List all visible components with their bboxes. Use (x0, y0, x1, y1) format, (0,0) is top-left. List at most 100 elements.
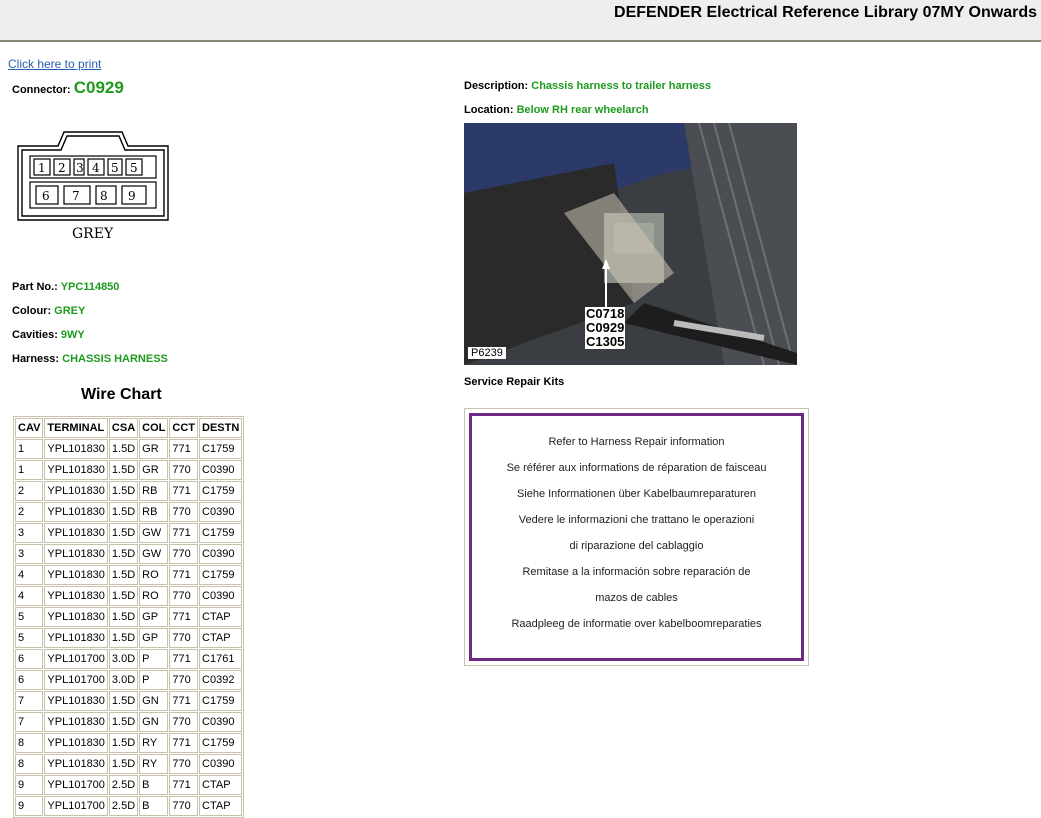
table-cell: RO (139, 565, 169, 585)
part-no-row: Part No.: YPC114850 (12, 281, 119, 293)
table-cell: YPL101830 (44, 502, 108, 522)
location-value: Below RH rear wheelarch (516, 104, 649, 116)
table-cell: 1.5D (108, 586, 139, 606)
table-cell: YPL101830 (44, 733, 108, 753)
table-cell: B (139, 796, 169, 816)
table-row: 6 YPL101700 3.0D P 770 C0392 (15, 670, 243, 690)
table-cell: 9 (15, 796, 44, 816)
table-cell: C0390 (199, 754, 243, 774)
table-cell: P (139, 670, 169, 690)
svg-text:2: 2 (58, 161, 66, 175)
photo-callout: C0718 (586, 306, 625, 321)
description-label: Description: (464, 80, 529, 92)
table-cell: YPL101700 (44, 775, 108, 795)
table-row: 3 YPL101830 1.5D GW 771 C1759 (15, 523, 243, 543)
table-row: 5 YPL101830 1.5D GP 771 CTAP (15, 607, 243, 627)
table-cell: 770 (169, 712, 199, 732)
svg-text:7: 7 (72, 189, 80, 203)
table-cell: YPL101830 (44, 523, 108, 543)
table-cell: 6 (15, 670, 44, 690)
table-cell: C1759 (199, 565, 243, 585)
table-cell: C0390 (199, 460, 243, 480)
table-cell: 770 (169, 460, 199, 480)
repair-line: mazos de cables (595, 592, 678, 604)
table-cell: C0392 (199, 670, 243, 690)
location-label: Location: (464, 104, 514, 116)
photo-callout: C1305 (586, 334, 625, 349)
table-row: 6 YPL101700 3.0D P 771 C1761 (15, 649, 243, 669)
table-cell: 1.5D (108, 754, 139, 774)
table-cell: YPL101830 (44, 565, 108, 585)
repair-line: Remitase a la información sobre reparaci… (522, 566, 751, 578)
photo-callout: C0929 (586, 320, 625, 335)
table-cell: 8 (15, 754, 44, 774)
table-cell: 1.5D (108, 481, 139, 501)
table-row: 2 YPL101830 1.5D RB 771 C1759 (15, 481, 243, 501)
col-destn: DESTN (199, 418, 243, 438)
location-photo: C0718 C0929 C1305 P6239 (464, 123, 797, 365)
table-cell: YPL101830 (44, 628, 108, 648)
table-cell: 1.5D (108, 565, 139, 585)
table-cell: GR (139, 439, 169, 459)
table-cell: C0390 (199, 712, 243, 732)
table-row: 4 YPL101830 1.5D RO 770 C0390 (15, 586, 243, 606)
table-cell: 7 (15, 691, 44, 711)
table-cell: GW (139, 523, 169, 543)
table-cell: 771 (169, 481, 199, 501)
table-cell: C1759 (199, 523, 243, 543)
table-cell: 770 (169, 586, 199, 606)
cavities-label: Cavities: (12, 329, 58, 341)
print-link[interactable]: Click here to print (8, 57, 101, 71)
part-no-label: Part No.: (12, 281, 58, 293)
table-cell: 1.5D (108, 460, 139, 480)
table-cell: 3 (15, 523, 44, 543)
harness-label: Harness: (12, 353, 60, 365)
wire-chart-table: CAV TERMINAL CSA COL CCT DESTN 1 YPL10183… (13, 416, 245, 818)
table-row: 5 YPL101830 1.5D GP 770 CTAP (15, 628, 243, 648)
wire-chart-title: Wire Chart (81, 386, 162, 403)
table-cell: 771 (169, 733, 199, 753)
col-csa: CSA (108, 418, 139, 438)
table-cell: YPL101830 (44, 439, 108, 459)
table-cell: RO (139, 586, 169, 606)
table-cell: C0390 (199, 586, 243, 606)
table-cell: 770 (169, 628, 199, 648)
table-cell: C1759 (199, 733, 243, 753)
table-row: 9 YPL101700 2.5D B 771 CTAP (15, 775, 243, 795)
table-cell: RY (139, 754, 169, 774)
harness-row: Harness: CHASSIS HARNESS (12, 353, 168, 365)
table-cell: YPL101830 (44, 460, 108, 480)
table-cell: CTAP (199, 796, 243, 816)
table-cell: YPL101700 (44, 670, 108, 690)
table-cell: RY (139, 733, 169, 753)
svg-text:5: 5 (130, 161, 138, 175)
table-cell: 1 (15, 439, 44, 459)
table-cell: 770 (169, 754, 199, 774)
cavities-row: Cavities: 9WY (12, 329, 85, 341)
table-cell: 1.5D (108, 607, 139, 627)
svg-text:4: 4 (92, 161, 100, 175)
table-cell: GP (139, 628, 169, 648)
table-row: 1 YPL101830 1.5D GR 771 C1759 (15, 439, 243, 459)
table-cell: YPL101830 (44, 544, 108, 564)
table-cell: C0390 (199, 502, 243, 522)
repair-line: di riparazione del cablaggio (569, 540, 704, 552)
table-cell: YPL101830 (44, 754, 108, 774)
table-cell: 6 (15, 649, 44, 669)
table-cell: GP (139, 607, 169, 627)
table-cell: C1759 (199, 481, 243, 501)
table-cell: 1 (15, 460, 44, 480)
connector-label: Connector: (12, 84, 71, 96)
table-cell: 1.5D (108, 502, 139, 522)
svg-text:8: 8 (100, 189, 108, 203)
table-cell: 770 (169, 502, 199, 522)
table-row: 8 YPL101830 1.5D RY 771 C1759 (15, 733, 243, 753)
table-cell: 9 (15, 775, 44, 795)
table-cell: 2 (15, 481, 44, 501)
colour-label: Colour: (12, 305, 52, 317)
description-row: Description: Chassis harness to trailer … (464, 80, 711, 92)
connector-id: C0929 (73, 78, 124, 97)
svg-text:5: 5 (111, 161, 119, 175)
table-cell: YPL101830 (44, 691, 108, 711)
table-cell: YPL101700 (44, 796, 108, 816)
